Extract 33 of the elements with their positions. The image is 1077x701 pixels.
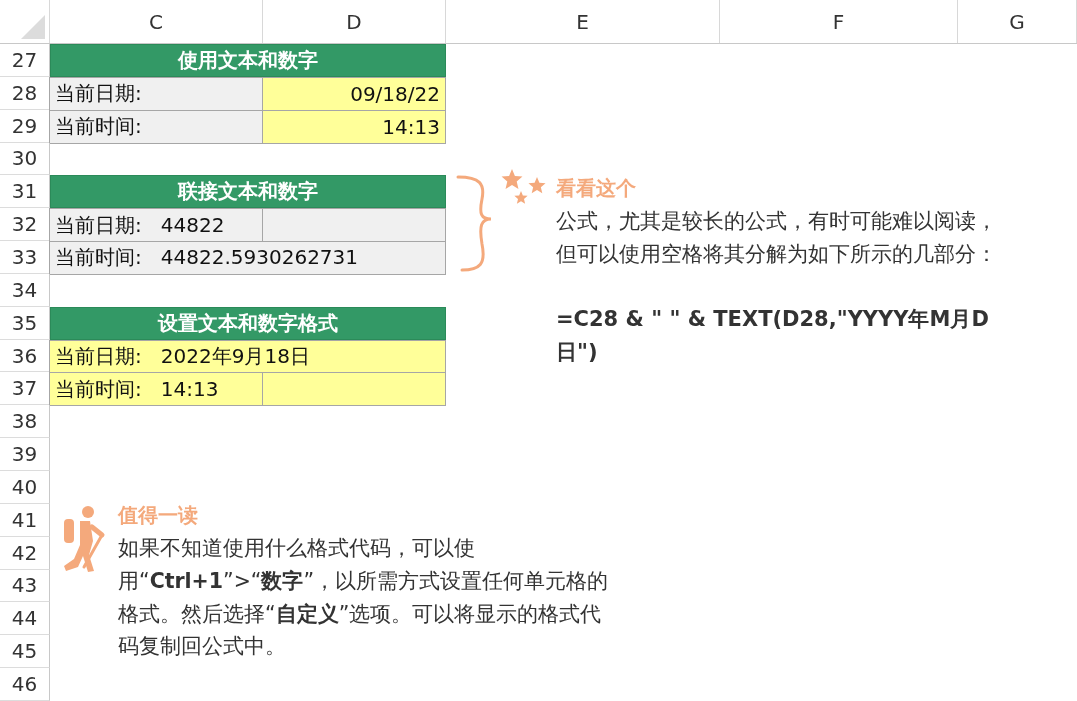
table-title: 设置文本和数字格式 — [50, 306, 446, 340]
table-cell: 当前时间: — [49, 109, 263, 144]
table-title: 联接文本和数字 — [50, 175, 446, 209]
column-header[interactable]: E — [446, 0, 720, 43]
row-number: 39 — [0, 438, 50, 471]
table-cell: 当前日期: 44822 — [49, 208, 263, 243]
callout-title: 值得一读 — [118, 502, 199, 529]
column-header[interactable]: D — [263, 0, 446, 43]
table-cell: 当前时间: 14:13 — [49, 372, 263, 407]
callout-title: 看看这个 — [556, 175, 637, 202]
table-cell: 14:13 — [262, 109, 446, 144]
column-header[interactable]: G — [958, 0, 1077, 43]
row-number: 46 — [0, 668, 50, 701]
formula-text: =C28 & " " & TEXT(D28,"YYYY年M月D日") — [556, 306, 990, 367]
row-number: 44 — [0, 602, 50, 636]
select-all-icon[interactable] — [21, 15, 45, 39]
row-number: 42 — [0, 536, 50, 570]
callout-text: 如果不知道使用什么格式代码，可以使用“Ctrl+1”>“数字”，以所需方式设置任何单元格的格式。然后选择“自定义”选项。可以将显示的格式代码复制回公式中。 — [118, 534, 610, 661]
table-title: 使用文本和数字 — [50, 44, 446, 77]
table-cell: 当前日期: 2022年9月18日 — [49, 339, 446, 374]
row-number: 34 — [0, 273, 50, 307]
column-header[interactable]: F — [720, 0, 958, 43]
row-number: 38 — [0, 405, 50, 439]
row-number: 41 — [0, 503, 50, 537]
callout-text: 公式，尤其是较长的公式，有时可能难以阅读，但可以使用空格将其分解为如下所示的几部分： — [556, 207, 998, 268]
column-header[interactable]: C — [50, 0, 263, 43]
table-cell: 09/18/22 — [262, 76, 446, 111]
row-number: 40 — [0, 470, 50, 504]
table-cell: 当前日期: — [49, 76, 263, 111]
row-number: 43 — [0, 569, 50, 603]
row-number: 30 — [0, 142, 50, 176]
row-number: 45 — [0, 635, 50, 669]
table-cell: 当前时间: 44822.5930262731 — [49, 241, 446, 275]
